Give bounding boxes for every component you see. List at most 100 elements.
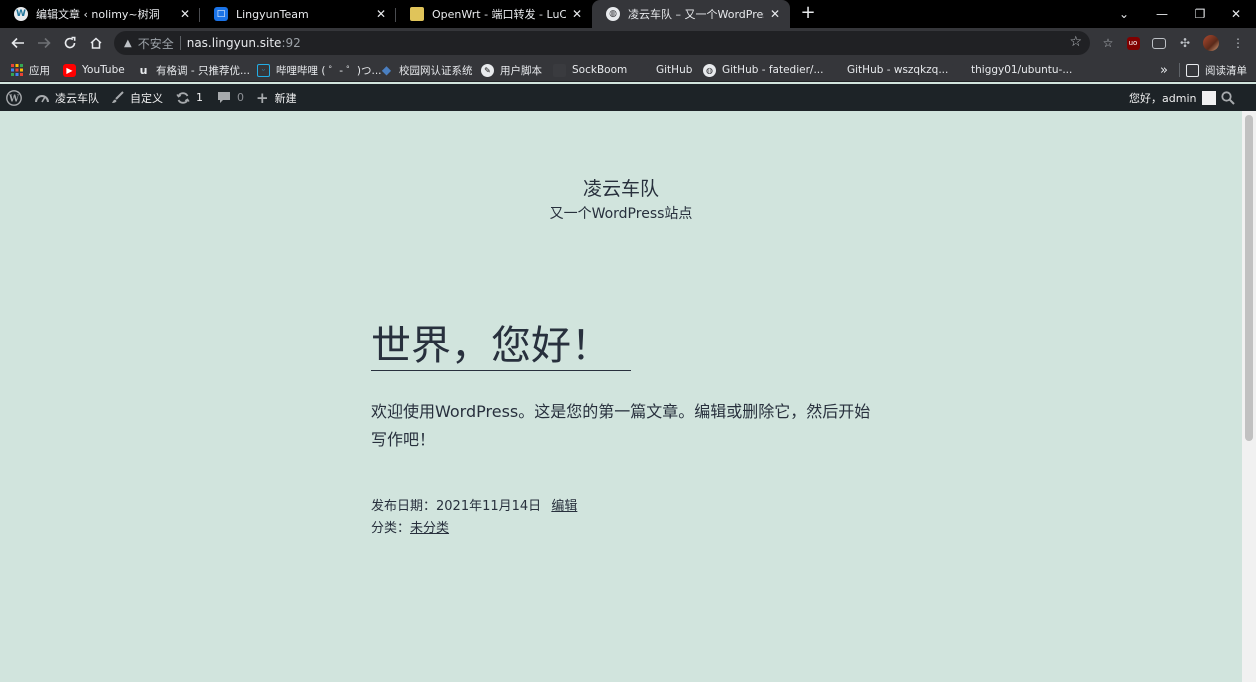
scrollbar-thumb[interactable] xyxy=(1245,115,1253,441)
menu-kebab-icon[interactable]: ⋮ xyxy=(1230,35,1246,51)
warning-icon[interactable]: ▲ xyxy=(124,38,132,49)
post-date: 2021年11月14日 xyxy=(436,499,542,514)
url-port: :92 xyxy=(281,36,301,50)
forward-button[interactable] xyxy=(34,33,54,53)
reload-icon xyxy=(64,36,76,49)
avatar[interactable] xyxy=(1203,35,1219,51)
bookmark-item[interactable]: ◆ 校园网认证系统 xyxy=(380,58,473,82)
new-content-label: 新建 xyxy=(274,91,297,105)
bookmarks-overflow-button[interactable]: » xyxy=(1160,58,1168,82)
bookmark-label: GitHub - wszqkzq... xyxy=(847,64,949,76)
apps-grid-icon xyxy=(10,64,23,77)
sockboom-icon xyxy=(553,63,566,77)
lingyun-icon: □ xyxy=(214,7,228,21)
page-scrollbar[interactable] xyxy=(1242,111,1256,682)
incognito-extension-icon[interactable] xyxy=(1151,35,1167,51)
site-name-menu[interactable]: 凌云车队 xyxy=(35,84,99,111)
bookmark-item[interactable]: ◍ GitHub - fatedier/... xyxy=(703,58,823,82)
reading-list-icon xyxy=(1186,63,1199,77)
wordpress-icon: W xyxy=(14,7,28,21)
browser-tab-active[interactable]: ◍ 凌云车队 – 又一个WordPress站点 ✕ xyxy=(592,0,790,28)
globe-icon: ◍ xyxy=(703,63,716,77)
bookmark-item[interactable]: ᵕ 哔哩哔哩 ( ゜- ゜)つ... xyxy=(257,58,382,82)
dashboard-icon xyxy=(35,92,49,104)
bookmark-item[interactable]: ✎ 用户脚本 xyxy=(481,58,542,82)
bookmark-item[interactable]: SockBoom xyxy=(553,58,627,82)
category-link[interactable]: 未分类 xyxy=(410,521,449,536)
avatar xyxy=(1202,90,1217,105)
reload-button[interactable] xyxy=(60,33,80,53)
bookmark-label: 有格调 - 只推荐优... xyxy=(156,64,250,77)
close-tab-icon[interactable]: ✕ xyxy=(572,7,582,21)
search-icon xyxy=(1221,90,1235,105)
wp-logo-menu[interactable]: W xyxy=(6,84,22,111)
reading-list-button[interactable]: 阅读清单 xyxy=(1186,58,1247,82)
puzzle-icon[interactable]: ✣ xyxy=(1177,35,1193,51)
bookmark-label: SockBoom xyxy=(572,64,628,76)
bookmark-label: 哔哩哔哩 ( ゜- ゜)つ... xyxy=(276,64,382,77)
script-icon: ✎ xyxy=(481,63,494,77)
close-tab-icon[interactable]: ✕ xyxy=(770,7,780,21)
back-button[interactable] xyxy=(8,33,28,53)
diamond-icon: ◆ xyxy=(381,63,392,77)
wp-admin-bar: W 凌云车队 自定义 1 0 + 新建 您好，admin xyxy=(0,84,1256,111)
date-label: 发布日期： xyxy=(371,499,437,514)
bookmark-label: YouTube xyxy=(82,64,125,76)
customize-button[interactable]: 自定义 xyxy=(111,84,163,111)
github-icon xyxy=(828,63,841,77)
admin-search-button[interactable] xyxy=(1221,84,1235,111)
site-title-link[interactable]: 凌云车队 xyxy=(0,174,1242,201)
close-tab-icon[interactable]: ✕ xyxy=(376,7,386,21)
restore-window-button[interactable]: ❐ xyxy=(1182,0,1218,28)
updates-icon xyxy=(176,91,190,105)
greeting-label: 您好，admin xyxy=(1129,91,1197,105)
bookmark-item[interactable]: GitHub xyxy=(637,58,692,82)
svg-text:W: W xyxy=(8,94,20,104)
browser-tab[interactable]: OpenWrt - 端口转发 - LuCI ✕ xyxy=(396,0,592,28)
post-content: 欢迎使用WordPress。这是您的第一篇文章。编辑或删除它，然后开始写作吧！ xyxy=(371,402,871,449)
github-icon xyxy=(952,63,965,77)
bookmark-label: GitHub xyxy=(656,64,693,76)
comments-button[interactable]: 0 xyxy=(217,84,244,111)
my-account-menu[interactable]: 您好，admin xyxy=(1129,84,1217,111)
arrow-right-icon xyxy=(38,37,51,49)
tab-title: 凌云车队 – 又一个WordPress站点 xyxy=(628,8,764,21)
bookmark-item[interactable]: u 有格调 - 只推荐优... xyxy=(137,58,250,82)
tab-title: LingyunTeam xyxy=(236,7,309,21)
ublock-icon[interactable]: uo xyxy=(1125,35,1141,51)
security-label: 不安全 xyxy=(137,36,174,51)
browser-tab[interactable]: W 编辑文章 ‹ nolimy~树洞 ✕ xyxy=(0,0,200,28)
bilibili-icon: ᵕ xyxy=(257,63,270,77)
plus-icon: + xyxy=(256,88,269,107)
updates-button[interactable]: 1 xyxy=(176,84,203,111)
site-name-label: 凌云车队 xyxy=(55,91,99,105)
edit-post-link[interactable]: 编辑 xyxy=(551,499,577,514)
new-tab-button[interactable]: + xyxy=(798,4,818,24)
minimize-window-button[interactable]: — xyxy=(1144,0,1180,28)
bookmark-label: 用户脚本 xyxy=(500,64,542,77)
bookmark-label: thiggy01/ubuntu-... xyxy=(971,64,1073,76)
bookmark-item[interactable]: 应用 xyxy=(10,58,50,82)
close-tab-icon[interactable]: ✕ xyxy=(180,7,190,21)
paintbrush-icon xyxy=(111,91,124,104)
comments-count: 0 xyxy=(237,91,244,104)
url-host: nas.lingyun.site xyxy=(186,36,282,50)
updates-count: 1 xyxy=(196,91,203,104)
comment-bubble-icon xyxy=(217,91,231,104)
extension-star-icon[interactable]: ☆ xyxy=(1100,35,1116,51)
bookmark-item[interactable]: ▶ YouTube xyxy=(63,58,125,82)
youtube-icon: ▶ xyxy=(63,63,76,77)
post-category-meta: 分类：未分类 xyxy=(371,517,449,536)
bookmark-item[interactable]: GitHub - wszqkzq... xyxy=(828,58,948,82)
close-window-button[interactable]: ✕ xyxy=(1218,0,1254,28)
bookmark-label: 应用 xyxy=(29,64,50,77)
home-button[interactable] xyxy=(86,33,106,53)
new-content-button[interactable]: + 新建 xyxy=(256,84,297,111)
address-bar[interactable]: ▲ 不安全 nas.lingyun.site :92 ☆ xyxy=(114,31,1090,55)
post-title-link[interactable]: 世界，您好！ xyxy=(371,322,631,371)
bookmark-u-icon: u xyxy=(139,63,148,77)
bookmark-star-icon[interactable]: ☆ xyxy=(1069,34,1082,50)
browser-tab[interactable]: □ LingyunTeam ✕ xyxy=(200,0,396,28)
bookmark-item[interactable]: thiggy01/ubuntu-... xyxy=(952,58,1072,82)
tab-search-icon[interactable]: ⌄ xyxy=(1106,0,1142,28)
